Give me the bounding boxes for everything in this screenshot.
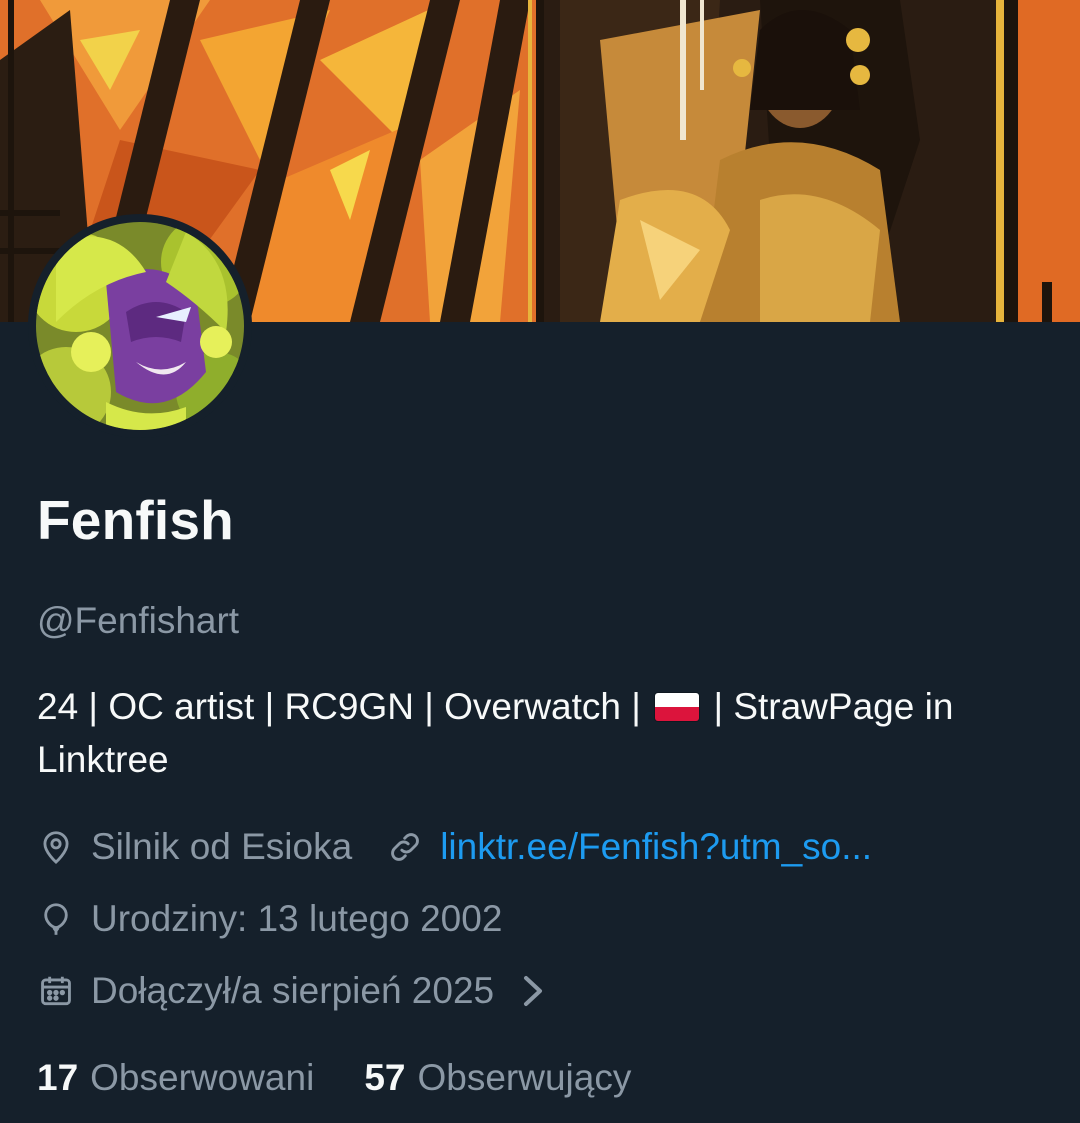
profile-meta-row-birthday: Urodziny: 13 lutego 2002 xyxy=(37,898,502,940)
poland-flag-icon xyxy=(655,693,700,721)
balloon-icon xyxy=(37,900,75,938)
profile-meta-row-joined[interactable]: Dołączył/a sierpień 2025 xyxy=(37,970,546,1012)
followers-label: Obserwujący xyxy=(417,1057,632,1098)
following-label: Obserwowani xyxy=(90,1057,315,1098)
avatar-image xyxy=(36,222,244,430)
followers-count: 57 xyxy=(364,1057,406,1098)
following-link[interactable]: 17 Obserwowani xyxy=(37,1057,314,1099)
joined-text: Dołączył/a sierpień 2025 xyxy=(91,970,495,1011)
profile-bio: 24 | OC artist | RC9GN | Overwatch | | S… xyxy=(37,680,1047,786)
chevron-right-icon[interactable] xyxy=(520,972,546,1010)
display-name: Fenfish xyxy=(37,489,234,551)
bio-text-part1: 24 | OC artist | RC9GN | Overwatch | xyxy=(37,686,641,727)
website-link[interactable]: linktr.ee/Fenfish?utm_so... xyxy=(386,826,872,868)
followers-link[interactable]: 57 Obserwujący xyxy=(364,1057,631,1099)
birthday-text: Urodziny: 13 lutego 2002 xyxy=(91,898,503,939)
profile-meta-row-location: Silnik od Esioka linktr.ee/Fenfish?utm_s… xyxy=(37,826,872,868)
calendar-icon xyxy=(37,972,75,1010)
following-count: 17 xyxy=(37,1057,79,1098)
user-handle: @Fenfishart xyxy=(37,600,240,641)
location-pin-icon xyxy=(37,828,75,866)
location-text: Silnik od Esioka xyxy=(91,826,353,867)
follow-stats: 17 Obserwowani 57 Obserwujący xyxy=(37,1057,631,1099)
website-link-text[interactable]: linktr.ee/Fenfish?utm_so... xyxy=(440,826,872,868)
link-icon xyxy=(386,828,424,866)
profile-avatar[interactable] xyxy=(28,214,252,438)
